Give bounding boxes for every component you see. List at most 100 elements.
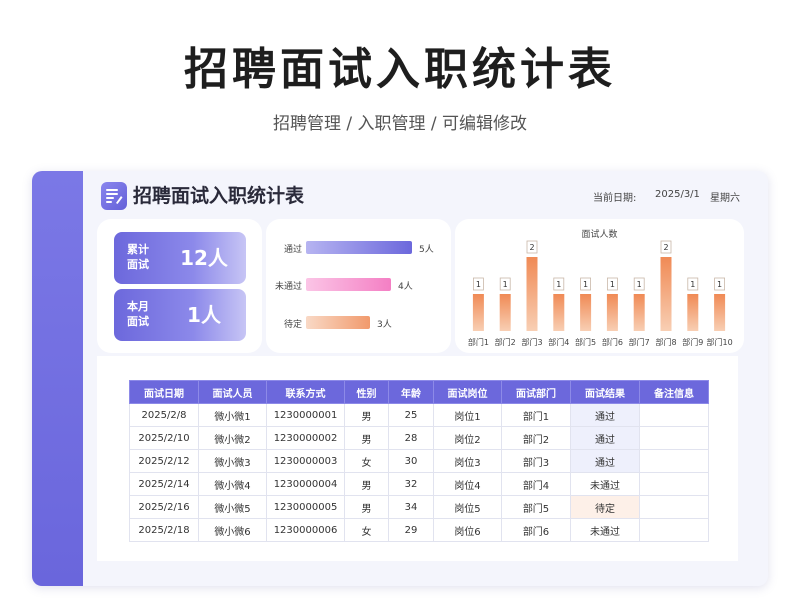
department-bar: [660, 257, 672, 331]
table-cell[interactable]: 1230000002: [266, 426, 345, 450]
table-body: 2025/2/8 微小微1 1230000001 男 25 岗位1 部门1 通过 2025/2/…: [129, 403, 709, 542]
column-header[interactable]: 年龄: [388, 380, 434, 404]
table-cell[interactable]: 微小微4: [198, 472, 267, 496]
table-header-row: 面试日期 面试人员 联系方式 性别 年龄 面试岗位 面试部门 面试结果 备注信息: [129, 380, 709, 404]
dashboard-window: 招聘面试入职统计表 当前日期: 2025/3/1 星期六 累计面试 12人 本月…: [32, 171, 768, 586]
results-chart-panel: 通过 5人 未通过 4人 待定 3人: [266, 219, 451, 353]
table-cell[interactable]: 部门1: [501, 403, 571, 427]
table-row[interactable]: 2025/2/14 微小微4 1230000004 男 32 岗位4 部门4 未通过: [129, 472, 709, 496]
table-cell[interactable]: 岗位2: [433, 426, 502, 450]
column-header[interactable]: 备注信息: [639, 380, 709, 404]
table-cell[interactable]: [639, 449, 709, 473]
table-cell[interactable]: 1230000006: [266, 518, 345, 542]
department-bar: [687, 294, 699, 331]
table-row[interactable]: 2025/2/16 微小微5 1230000005 男 34 岗位5 部门5 待定: [129, 495, 709, 519]
table-cell[interactable]: 微小微2: [198, 426, 267, 450]
kpi-panel: 累计面试 12人 本月面试 1人: [97, 219, 262, 353]
data-label: 1: [583, 280, 588, 289]
column-header[interactable]: 面试岗位: [433, 380, 502, 404]
category-tick-label: 部门7: [629, 337, 650, 347]
table-cell[interactable]: 微小微5: [198, 495, 267, 519]
data-label: 1: [637, 280, 642, 289]
table-cell[interactable]: 部门5: [501, 495, 571, 519]
table-cell[interactable]: 2025/2/12: [129, 449, 199, 473]
column-header[interactable]: 面试日期: [129, 380, 199, 404]
table-cell[interactable]: 未通过: [570, 472, 640, 496]
data-label: 1: [717, 280, 722, 289]
table-cell[interactable]: 1230000001: [266, 403, 345, 427]
table-cell[interactable]: 部门4: [501, 472, 571, 496]
department-bar: [472, 294, 484, 331]
table-cell[interactable]: 部门2: [501, 426, 571, 450]
table-cell[interactable]: 通过: [570, 426, 640, 450]
category-tick-label: 部门4: [548, 337, 569, 347]
table-cell[interactable]: 微小微3: [198, 449, 267, 473]
interview-table: 面试日期 面试人员 联系方式 性别 年龄 面试岗位 面试部门 面试结果 备注信息 2025/2/…: [129, 380, 709, 542]
table-cell[interactable]: 男: [344, 426, 389, 450]
result-label: 通过: [283, 245, 302, 255]
table-cell[interactable]: 岗位6: [433, 518, 502, 542]
table-cell[interactable]: 男: [344, 472, 389, 496]
date-label: 当前日期:: [593, 193, 637, 204]
table-cell[interactable]: 男: [344, 403, 389, 427]
category-tick-label: 部门3: [521, 337, 542, 347]
table-cell[interactable]: 1230000004: [266, 472, 345, 496]
data-label: 2: [663, 243, 668, 252]
table-cell[interactable]: 部门3: [501, 449, 571, 473]
table-cell[interactable]: 29: [388, 518, 434, 542]
table-cell[interactable]: 岗位4: [433, 472, 502, 496]
table-cell[interactable]: 男: [344, 495, 389, 519]
kpi-total-value: 12人: [180, 246, 228, 270]
table-cell[interactable]: 微小微1: [198, 403, 267, 427]
result-value: 3人: [377, 320, 392, 330]
table-cell[interactable]: 女: [344, 449, 389, 473]
table-cell[interactable]: 2025/2/10: [129, 426, 199, 450]
table-cell[interactable]: 岗位5: [433, 495, 502, 519]
table-cell[interactable]: [639, 495, 709, 519]
department-bar: [526, 257, 538, 331]
table-cell[interactable]: 通过: [570, 403, 640, 427]
table-cell[interactable]: [639, 472, 709, 496]
column-header[interactable]: 面试人员: [198, 380, 267, 404]
table-cell[interactable]: 1230000003: [266, 449, 345, 473]
table-cell[interactable]: 1230000005: [266, 495, 345, 519]
result-label: 未通过: [274, 282, 302, 292]
table-row[interactable]: 2025/2/10 微小微2 1230000002 男 28 岗位2 部门2 通过: [129, 426, 709, 450]
table-cell[interactable]: 待定: [570, 495, 640, 519]
table-row[interactable]: 2025/2/12 微小微3 1230000003 女 30 岗位3 部门3 通过: [129, 449, 709, 473]
department-chart-panel: 面试人数 1 部门1 1 部门2 2 部门3 1 部门4 1 部门5 1 部门6 1 部门7 2 部门8 1 部门…: [455, 219, 744, 353]
column-header[interactable]: 面试结果: [570, 380, 640, 404]
department-bar: [499, 294, 511, 331]
department-bar-chart: 1 部门1 1 部门2 2 部门3 1 部门4 1 部门5 1 部门6 1 部门7 2 部门8 1 部门9 1 部门1…: [468, 240, 733, 347]
table-cell[interactable]: 微小微6: [198, 518, 267, 542]
table-cell[interactable]: 34: [388, 495, 434, 519]
column-header[interactable]: 面试部门: [501, 380, 571, 404]
kpi-month-card: 本月面试 1人: [114, 289, 246, 341]
table-row[interactable]: 2025/2/18 微小微6 1230000006 女 29 岗位6 部门6 未通过: [129, 518, 709, 542]
table-cell[interactable]: 2025/2/8: [129, 403, 199, 427]
department-bar: [553, 294, 565, 331]
app-title: 招聘面试入职统计表: [133, 185, 305, 207]
category-tick-label: 部门1: [468, 337, 489, 347]
table-cell[interactable]: 2025/2/18: [129, 518, 199, 542]
column-header[interactable]: 性别: [344, 380, 389, 404]
table-cell[interactable]: [639, 518, 709, 542]
table-cell[interactable]: 32: [388, 472, 434, 496]
table-row[interactable]: 2025/2/8 微小微1 1230000001 男 25 岗位1 部门1 通过: [129, 403, 709, 427]
table-cell[interactable]: 2025/2/14: [129, 472, 199, 496]
table-cell[interactable]: 25: [388, 403, 434, 427]
category-tick-label: 部门6: [602, 337, 623, 347]
table-cell[interactable]: 2025/2/16: [129, 495, 199, 519]
table-cell[interactable]: [639, 403, 709, 427]
table-cell[interactable]: 岗位1: [433, 403, 502, 427]
table-cell[interactable]: 通过: [570, 449, 640, 473]
table-cell[interactable]: 部门6: [501, 518, 571, 542]
table-cell[interactable]: 岗位3: [433, 449, 502, 473]
table-cell[interactable]: 28: [388, 426, 434, 450]
column-header[interactable]: 联系方式: [266, 380, 345, 404]
table-cell[interactable]: 女: [344, 518, 389, 542]
table-cell[interactable]: 未通过: [570, 518, 640, 542]
table-cell[interactable]: [639, 426, 709, 450]
table-cell[interactable]: 30: [388, 449, 434, 473]
department-bar: [714, 294, 726, 331]
